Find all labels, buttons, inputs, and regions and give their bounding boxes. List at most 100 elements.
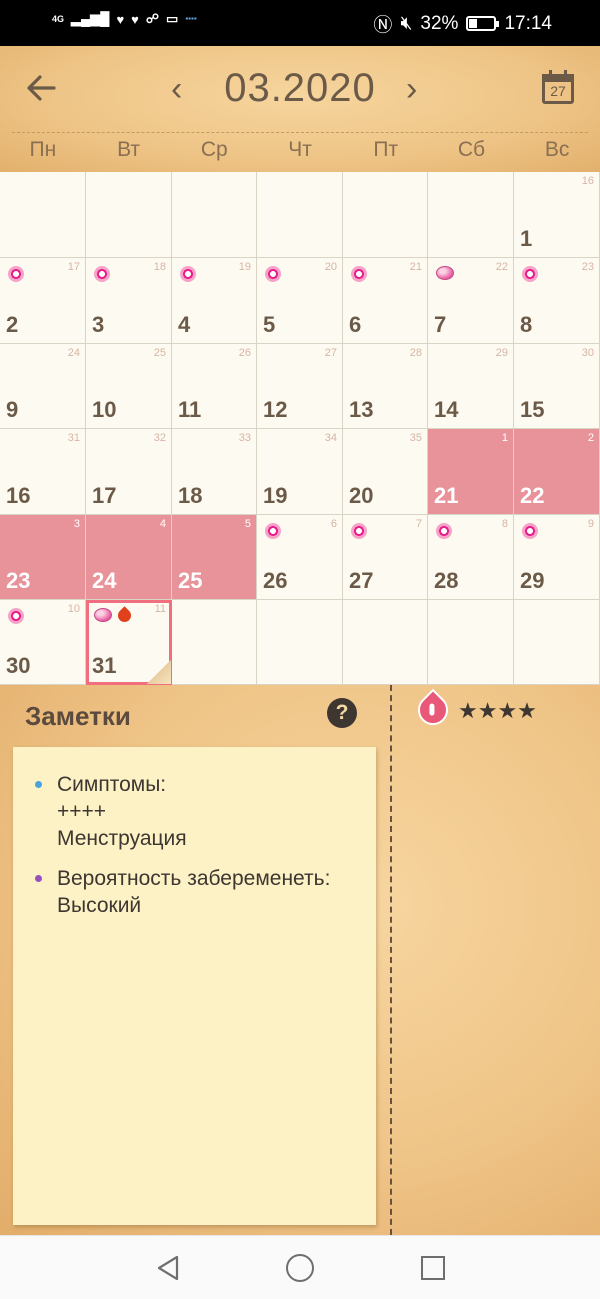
day-number: 30: [6, 653, 31, 678]
cycle-day-number: 26: [238, 347, 251, 359]
day-cell[interactable]: 7 27: [343, 515, 428, 600]
day-cell[interactable]: 9 29: [514, 515, 600, 600]
day-number: 16: [6, 483, 31, 508]
cycle-day-number: 22: [495, 261, 508, 273]
day-number: 12: [263, 397, 288, 422]
day-cell[interactable]: 23 8: [514, 258, 600, 344]
day-cell[interactable]: 2 22: [514, 429, 600, 515]
notes-divider: [390, 685, 392, 1235]
day-cell[interactable]: 6 26: [257, 515, 343, 600]
day-cell[interactable]: 1 21: [428, 429, 514, 515]
day-cell[interactable]: 28 13: [343, 344, 428, 429]
day-cell[interactable]: 33 18: [172, 429, 257, 515]
fertile-flower-icon: [8, 608, 24, 624]
weekday-label: Ср: [200, 138, 228, 161]
fertile-flower-icon: [265, 523, 281, 539]
day-cell[interactable]: 19 4: [172, 258, 257, 344]
cycle-day-number: 5: [244, 518, 251, 530]
note-card[interactable]: Симптомы: ++++ Менструация Вероятность з…: [13, 747, 376, 1225]
fertile-flower-icon: [436, 523, 452, 539]
empty-day-cell: [172, 600, 257, 685]
day-cell[interactable]: 3 23: [0, 515, 86, 600]
note-item: Симптомы: ++++ Менструация: [35, 771, 365, 852]
empty-day-cell: [343, 600, 428, 685]
day-number: 17: [92, 483, 117, 508]
day-cell[interactable]: 30 15: [514, 344, 600, 429]
note-bullet: [35, 875, 42, 882]
day-number: 26: [263, 568, 288, 593]
day-cell[interactable]: 16 1: [514, 172, 600, 258]
system-nav-bar: [0, 1235, 600, 1299]
cycle-day-number: 3: [73, 518, 80, 530]
empty-day-cell: [257, 172, 343, 258]
cycle-day-number: 21: [409, 261, 422, 273]
home-circle-icon[interactable]: [286, 1254, 314, 1282]
day-number: 24: [92, 568, 117, 593]
notes-title: Заметки: [25, 701, 131, 731]
day-number: 8: [520, 312, 533, 337]
day-cell[interactable]: 31 16: [0, 429, 86, 515]
ovulation-egg-icon: [436, 266, 454, 280]
day-number: 9: [6, 397, 19, 422]
empty-day-cell: [343, 172, 428, 258]
fertile-flower-icon: [522, 523, 538, 539]
day-cell[interactable]: 8 28: [428, 515, 514, 600]
help-icon[interactable]: ?: [327, 698, 357, 728]
calendar-today-icon[interactable]: 27: [542, 70, 574, 106]
empty-day-cell: [257, 600, 343, 685]
day-number: 10: [92, 397, 117, 422]
day-cell[interactable]: 25 10: [86, 344, 172, 429]
day-cell[interactable]: 17 2: [0, 258, 86, 344]
day-cell[interactable]: 27 12: [257, 344, 343, 429]
day-cell[interactable]: 11 31: [86, 600, 172, 685]
notes-panel: Заметки ? ★★★★ Симптомы: ++++ Менструаци…: [0, 685, 600, 1235]
day-number: 11: [178, 397, 202, 422]
day-cell[interactable]: 4 24: [86, 515, 172, 600]
weekday-label: Чт: [288, 138, 312, 161]
signal-icon: ▂▄▆█: [71, 11, 110, 26]
header-divider: [12, 132, 588, 133]
fertile-flower-icon: [265, 266, 281, 282]
day-cell[interactable]: 10 30: [0, 600, 86, 685]
blood-drop-icon: [411, 688, 455, 732]
weekday-label: Вт: [117, 138, 141, 161]
cycle-day-number: 34: [324, 432, 337, 444]
fertile-flower-icon: [180, 266, 196, 282]
day-cell[interactable]: 34 19: [257, 429, 343, 515]
cycle-day-number: 6: [330, 518, 337, 530]
day-number: 15: [520, 397, 545, 422]
day-number: 1: [520, 226, 533, 251]
day-cell[interactable]: 26 11: [172, 344, 257, 429]
day-cell[interactable]: 32 17: [86, 429, 172, 515]
day-number: 28: [434, 568, 459, 593]
cycle-day-number: 24: [67, 347, 80, 359]
cycle-day-number: 16: [581, 175, 594, 187]
day-cell[interactable]: 18 3: [86, 258, 172, 344]
cycle-day-number: 1: [501, 432, 508, 444]
nfc-icon: Ⓝ: [373, 15, 393, 36]
network-type: 4G: [52, 13, 65, 24]
day-number: 27: [349, 568, 374, 593]
day-number: 4: [178, 312, 191, 337]
calendar-grid: 16 1 17 2 18 3 19 4 20 5 21 6 22 7 23 8 24 9 25 10 26 11 27 12 2…: [0, 172, 600, 685]
empty-day-cell: [86, 172, 172, 258]
day-cell[interactable]: 5 25: [172, 515, 257, 600]
next-month-button[interactable]: ›: [406, 72, 417, 106]
day-cell[interactable]: 29 14: [428, 344, 514, 429]
day-cell[interactable]: 20 5: [257, 258, 343, 344]
battery-percent: 32%: [420, 12, 459, 34]
ovulation-egg-icon: [94, 608, 112, 622]
day-cell[interactable]: 21 6: [343, 258, 428, 344]
fertile-flower-icon: [8, 266, 24, 282]
day-cell[interactable]: 24 9: [0, 344, 86, 429]
day-cell[interactable]: 22 7: [428, 258, 514, 344]
day-number: 18: [178, 483, 203, 508]
mute-icon: 🔇︎: [400, 12, 413, 34]
day-number: 7: [434, 312, 447, 337]
back-triangle-icon[interactable]: [155, 1254, 181, 1282]
page-curl-icon: [147, 660, 171, 684]
day-cell[interactable]: 35 20: [343, 429, 428, 515]
recents-square-icon[interactable]: [421, 1256, 445, 1280]
cycle-day-number: 2: [587, 432, 594, 444]
empty-day-cell: [428, 172, 514, 258]
